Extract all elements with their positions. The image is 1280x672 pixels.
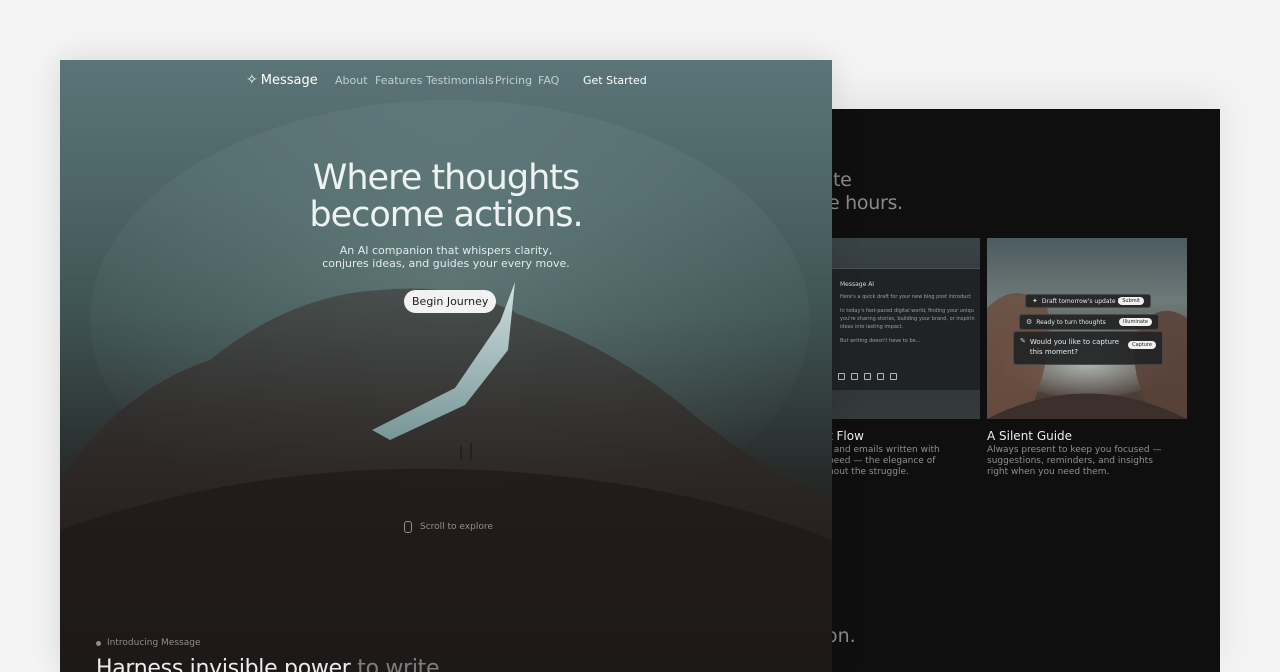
- brand-name: Message: [260, 72, 318, 88]
- card-description-line: peed — the elegance of: [832, 456, 936, 466]
- card-title: A Silent Guide: [987, 429, 1073, 443]
- nav-link-about[interactable]: About: [335, 74, 368, 87]
- capture-button[interactable]: Capture: [1128, 341, 1156, 349]
- feature-card-guide: ✦ Draft tomorrow's update in Submit ⚙ Re…: [987, 238, 1187, 419]
- hero-subtitle: An AI companion that whispers clarity, c…: [60, 244, 832, 270]
- dot-icon: [96, 640, 101, 646]
- nav-link-features[interactable]: Features: [375, 74, 422, 87]
- card-description: , and emails written with peed — the ele…: [832, 445, 940, 478]
- refresh-icon[interactable]: [838, 373, 845, 380]
- section-heading-main: Harness invisible power: [96, 656, 351, 672]
- begin-journey-button[interactable]: Begin Journey: [404, 290, 497, 313]
- ai-panel-text: ideas into lasting impact.: [840, 324, 904, 330]
- pen-icon: ✎: [1020, 337, 1026, 345]
- heading-line: ite: [832, 169, 852, 191]
- card-description-line: right when you need them.: [987, 467, 1110, 477]
- misty-mountain-image: [60, 100, 832, 672]
- card-description-line: , and emails written with: [832, 445, 940, 455]
- hero-title-line: Where thoughts: [312, 158, 580, 198]
- nav-link-testimonials[interactable]: Testimonials: [426, 74, 494, 87]
- section-eyebrow-text: Introducing Message: [107, 638, 201, 648]
- submit-button[interactable]: Submit: [1118, 297, 1144, 305]
- ai-panel-text: you're sharing stories, building your br…: [840, 316, 975, 322]
- get-started-link[interactable]: Get Started: [583, 74, 647, 87]
- hero-title-line: become actions.: [309, 195, 583, 235]
- scroll-hint: Scroll to explore: [404, 521, 493, 533]
- ai-panel-text: But writing doesn't have to be...: [840, 338, 921, 344]
- hero-page-preview: ✧ Message About Features Testimonials Pr…: [60, 60, 832, 672]
- ai-chat-panel: Message AI Here's a quick draft for your…: [832, 268, 980, 390]
- section-heading: Harness invisible power to write: [96, 656, 440, 672]
- sparkle-icon: ✦: [1032, 297, 1038, 305]
- section-heading-muted: to write: [350, 656, 440, 672]
- more-icon[interactable]: [890, 373, 897, 380]
- gear-icon: ⚙: [1026, 318, 1033, 326]
- card-description-line: Always present to keep you focused —: [987, 445, 1162, 455]
- ai-panel-title: Message AI: [840, 281, 875, 288]
- hero-title: Where thoughts become actions.: [60, 160, 832, 234]
- prompt-pill[interactable]: ✦ Draft tomorrow's update in Submit: [1025, 294, 1151, 308]
- copy-icon[interactable]: [851, 373, 858, 380]
- ai-panel-text: In today's fast-paced digital world, fin…: [840, 308, 974, 314]
- feature-card-flow: Message AI Here's a quick draft for your…: [832, 238, 980, 419]
- card-description-line: hout the struggle.: [832, 467, 909, 477]
- section-heading: ite e hours.: [832, 169, 903, 215]
- section-eyebrow: Introducing Message: [96, 638, 201, 648]
- share-icon[interactable]: [864, 373, 871, 380]
- top-navigation: ✧ Message About Features Testimonials Pr…: [60, 72, 832, 88]
- card-description-line: suggestions, reminders, and insights: [987, 456, 1153, 466]
- bookmark-icon[interactable]: [877, 373, 884, 380]
- hero-subtitle-line: conjures ideas, and guides your every mo…: [322, 257, 570, 270]
- card-description: Always present to keep you focused — sug…: [987, 445, 1161, 478]
- prompt-pill[interactable]: ✎ Would you like to capture this moment?…: [1013, 331, 1163, 365]
- pill-text: Ready to turn thoughts: [1036, 318, 1106, 326]
- pill-text: Draft tomorrow's update in: [1041, 297, 1123, 305]
- ai-action-toolbar: [838, 373, 897, 380]
- scroll-hint-text: Scroll to explore: [420, 522, 493, 532]
- ai-panel-text: Here's a quick draft for your new blog p…: [840, 294, 972, 300]
- card-title: t Flow: [832, 429, 864, 443]
- heading-line: e hours.: [832, 192, 903, 214]
- nav-link-pricing[interactable]: Pricing: [495, 74, 532, 87]
- hero-subtitle-line: An AI companion that whispers clarity,: [339, 244, 553, 257]
- pill-text: Would you like to capture this moment?: [1029, 338, 1120, 356]
- mouse-icon: [404, 521, 412, 533]
- sparkle-icon: ✧: [246, 72, 258, 88]
- brand-logo[interactable]: ✧ Message: [246, 72, 318, 88]
- section-heading-fragment: on.: [832, 625, 856, 647]
- illuminate-button[interactable]: Illuminate: [1119, 318, 1152, 326]
- dark-page-preview: ite e hours. Message AI Here's a quick d…: [832, 109, 1220, 672]
- prompt-pill[interactable]: ⚙ Ready to turn thoughts Illuminate: [1019, 314, 1159, 330]
- nav-link-faq[interactable]: FAQ: [538, 74, 559, 87]
